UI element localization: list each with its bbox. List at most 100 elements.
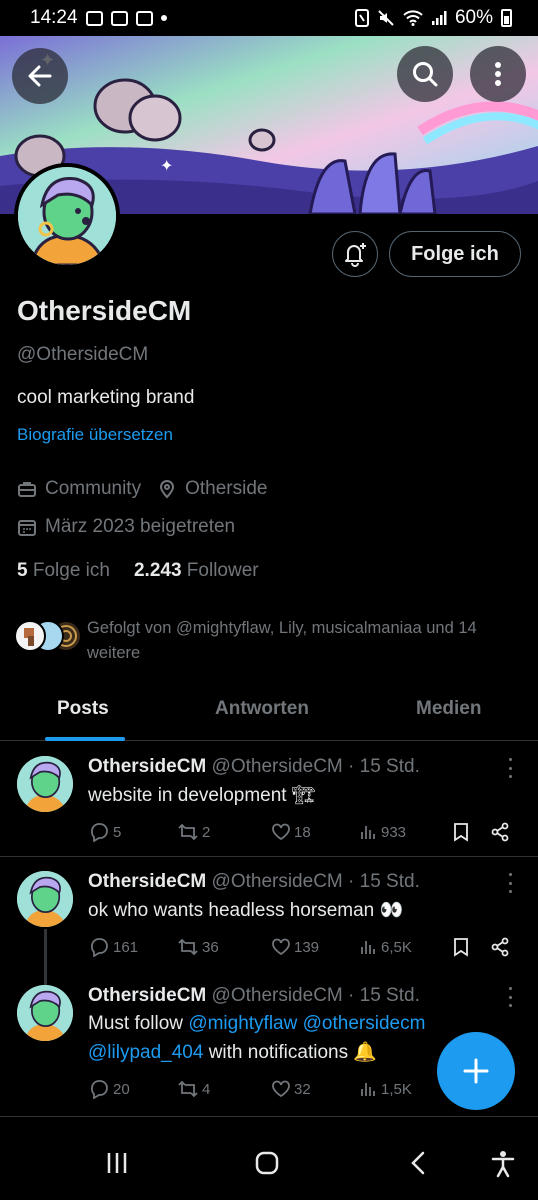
post-author-handle: @OthersideCM (211, 985, 343, 1006)
mute-icon (378, 10, 394, 26)
post-more-button[interactable] (506, 758, 514, 778)
views-chart-icon (361, 1083, 375, 1096)
mention-link[interactable]: @mightyflaw (188, 1013, 297, 1034)
bookmark-button[interactable] (452, 936, 470, 958)
repost-icon (178, 1080, 198, 1098)
like-button[interactable]: 18 (271, 821, 311, 843)
followed-by-section[interactable]: Gefolgt von @mightyflaw, Lily, musicalma… (14, 614, 524, 666)
share-button[interactable] (490, 821, 510, 843)
profile-joined: März 2023 beigetreten (45, 516, 236, 537)
tab-posts[interactable]: Posts (57, 698, 109, 720)
arrow-left-icon (28, 65, 52, 87)
post-avatar[interactable] (17, 871, 73, 927)
post-author-name: OthersideCM (88, 756, 207, 777)
reply-button[interactable]: 161 (88, 936, 138, 958)
profile-meta-row: Community Otherside (17, 478, 267, 500)
translate-bio-link[interactable]: Biografie übersetzen (17, 425, 173, 445)
post-item[interactable]: OthersideCM @OthersideCM · 15 Std. ok wh… (0, 857, 538, 989)
briefcase-icon (18, 482, 36, 497)
like-count: 18 (294, 823, 311, 841)
repost-icon (178, 823, 198, 841)
post-time: 15 Std. (359, 871, 420, 892)
wifi-icon (403, 10, 423, 26)
svg-text:✦: ✦ (160, 158, 173, 175)
post-time: 15 Std. (359, 985, 420, 1006)
game-notification-icon (110, 10, 128, 26)
reply-button[interactable]: 5 (88, 821, 121, 843)
nfc-icon (354, 9, 369, 27)
profile-joined-row: März 2023 beigetreten (17, 516, 235, 538)
profile-avatar[interactable] (14, 163, 120, 269)
profile-bio: cool marketing brand (17, 387, 195, 408)
accessibility-button[interactable] (490, 1150, 516, 1183)
post-header: OthersideCM @OthersideCM · 15 Std. (88, 756, 420, 778)
more-options-button[interactable] (470, 46, 526, 102)
active-tab-indicator (45, 737, 125, 741)
view-count: 933 (381, 823, 407, 841)
mention-link[interactable]: @lilypad_404 (88, 1042, 203, 1063)
share-button[interactable] (490, 936, 510, 958)
youtube-notification-icon (135, 10, 153, 26)
tab-media[interactable]: Medien (416, 698, 481, 720)
compose-post-button[interactable] (437, 1032, 515, 1110)
views-button[interactable]: 6,5K (360, 936, 412, 958)
battery-percent: 60% (454, 7, 493, 28)
reply-count: 20 (113, 1080, 130, 1098)
following-button[interactable]: Folge ich (389, 231, 521, 277)
follow-counts: 5 Folge ich 2.243 Follower (17, 560, 259, 582)
reply-button[interactable]: 20 (88, 1078, 130, 1100)
repost-count: 36 (202, 938, 219, 956)
post-more-button[interactable] (506, 987, 514, 1007)
recent-apps-button[interactable] (106, 1150, 128, 1181)
views-button[interactable]: 1,5K (360, 1078, 412, 1100)
post-item[interactable]: OthersideCM @OthersideCM · 15 Std. websi… (0, 742, 538, 856)
post-divider (0, 1116, 538, 1117)
tab-replies[interactable]: Antworten (215, 698, 309, 720)
bookmark-icon (454, 938, 468, 957)
search-button[interactable] (397, 46, 453, 102)
post-avatar[interactable] (17, 985, 73, 1041)
post-text-prefix: Must follow (88, 1013, 189, 1034)
profile-tabs: Posts Antworten Medien (0, 685, 538, 741)
bookmark-icon (454, 823, 468, 842)
followers-count-link[interactable]: 2.243 Follower (134, 560, 259, 582)
reply-count: 5 (113, 823, 122, 841)
followers-count: 2.243 (133, 560, 182, 581)
post-header: OthersideCM @OthersideCM · 15 Std. (88, 985, 420, 1007)
like-count: 139 (294, 938, 320, 956)
back-button[interactable] (12, 48, 68, 104)
post-time: 15 Std. (359, 756, 420, 777)
post-text: website in development 🏗 (88, 785, 316, 806)
heart-icon (272, 938, 290, 956)
post-avatar[interactable] (17, 756, 73, 812)
share-icon (491, 937, 509, 957)
bookmark-button[interactable] (452, 821, 470, 843)
like-button[interactable]: 32 (271, 1078, 311, 1100)
avatar-artwork (18, 167, 116, 265)
view-count: 6,5K (381, 938, 412, 956)
following-count-link[interactable]: 5 Folge ich (17, 560, 110, 582)
profile-category: Community (45, 478, 142, 499)
post-text: Must follow @mightyflaw @othersidecm @li… (88, 1009, 483, 1067)
repost-button[interactable]: 36 (177, 936, 219, 958)
back-nav-button[interactable] (408, 1150, 428, 1181)
mention-link[interactable]: @othersidecm (303, 1013, 426, 1034)
heart-icon (272, 1080, 290, 1098)
recent-apps-icon (107, 1153, 127, 1173)
calendar-icon (18, 520, 36, 536)
views-chart-icon (361, 826, 375, 839)
repost-button[interactable]: 2 (177, 821, 210, 843)
post-more-button[interactable] (506, 873, 514, 893)
post-author-handle: @OthersideCM (211, 871, 343, 892)
like-button[interactable]: 139 (271, 936, 319, 958)
views-chart-icon (361, 941, 375, 954)
home-icon (255, 1151, 279, 1175)
post-separator: · (348, 871, 355, 892)
views-button[interactable]: 933 (360, 821, 406, 843)
notifications-button[interactable] (332, 231, 378, 277)
repost-button[interactable]: 4 (177, 1078, 210, 1100)
chevron-left-icon (411, 1151, 425, 1175)
followed-by-text: Gefolgt von @mightyflaw, Lily, musicalma… (87, 619, 477, 662)
home-button[interactable] (254, 1150, 280, 1181)
post-author-name: OthersideCM (88, 985, 207, 1006)
